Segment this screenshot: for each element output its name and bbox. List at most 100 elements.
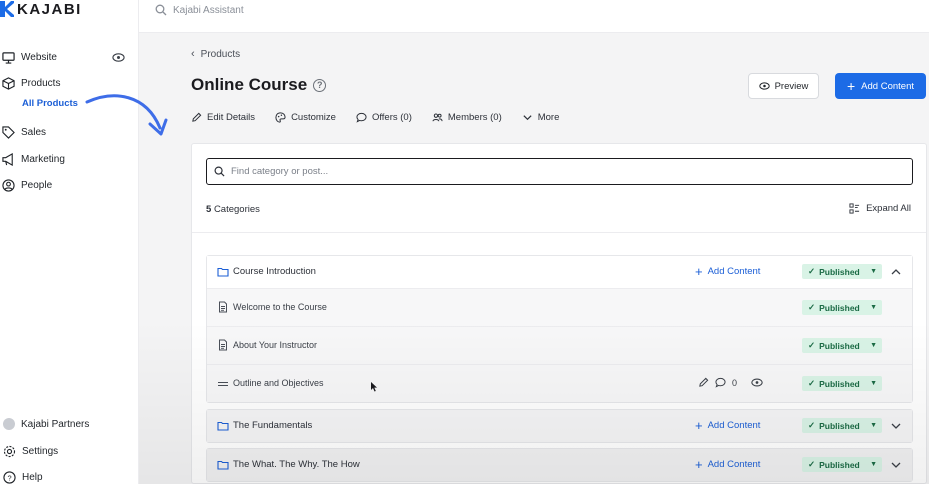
brand-name: KAJABI (17, 0, 82, 18)
chevron-up-icon[interactable] (890, 266, 902, 278)
drag-handle-icon[interactable] (217, 378, 229, 390)
tab-more[interactable]: More (522, 112, 559, 123)
annotation-arrow-icon (85, 94, 168, 136)
document-icon (219, 301, 227, 313)
folder-icon (217, 267, 229, 277)
chevron-down-icon: ▼ (870, 461, 877, 468)
sidebar-item-label: People (21, 180, 53, 191)
sidebar-item-kajabi-partners[interactable]: Kajabi Partners (3, 418, 89, 430)
search-icon (214, 166, 225, 177)
sidebar-item-label: Marketing (21, 154, 65, 165)
comment-icon[interactable] (715, 377, 726, 388)
view-site-eye-icon[interactable] (112, 52, 125, 63)
post-title: Outline and Objectives (233, 378, 324, 388)
chevron-down-icon: ▼ (870, 380, 877, 387)
folder-icon (217, 421, 229, 431)
top-bar: Kajabi Assistant (139, 0, 929, 33)
kajabi-logo[interactable]: KAJABI (0, 0, 82, 18)
pencil-icon[interactable] (698, 377, 709, 388)
status-badge[interactable]: ✓ Published ▼ (802, 418, 882, 433)
gear-icon (3, 445, 16, 458)
sidebar-item-marketing[interactable]: Marketing (2, 153, 65, 166)
status-badge[interactable]: ✓ Published ▼ (802, 457, 882, 472)
status-label: Published (819, 266, 860, 277)
category-add-content-button[interactable]: + Add Content (695, 265, 760, 278)
plus-icon: + (846, 78, 856, 94)
person-circle-icon (2, 179, 15, 192)
sidebar-item-people[interactable]: People (2, 179, 52, 192)
post-tools: 0 (698, 377, 763, 388)
category-count-number: 5 (206, 204, 212, 215)
tag-icon (2, 126, 15, 139)
post-title: Welcome to the Course (233, 302, 327, 312)
search-icon (155, 4, 167, 16)
sidebar-item-label: Products (21, 78, 61, 89)
category-add-content-button[interactable]: + Add Content (695, 419, 760, 432)
add-content-label: Add Content (861, 80, 914, 92)
sidebar-item-label: Website (21, 52, 57, 63)
check-icon: ✓ (808, 340, 816, 350)
breadcrumb[interactable]: ‹ Products (191, 48, 240, 60)
chevron-down-icon[interactable] (890, 459, 902, 471)
speech-bubble-icon (356, 112, 367, 123)
sidebar-item-settings[interactable]: Settings (3, 445, 58, 458)
post-row[interactable]: Welcome to the Course ✓ Published ▼ (207, 288, 912, 326)
chevron-down-icon: ▼ (870, 304, 877, 311)
preview-button[interactable]: Preview (748, 73, 819, 99)
page-title-text: Online Course (191, 75, 308, 94)
cube-icon (2, 77, 15, 90)
post-row[interactable]: About Your Instructor ✓ Published ▼ (207, 326, 912, 364)
chevron-down-icon: ▼ (870, 342, 877, 349)
palette-icon (275, 112, 286, 123)
category-header[interactable]: The Fundamentals + Add Content ✓ Publish… (207, 410, 912, 442)
check-icon: ✓ (808, 302, 816, 312)
monitor-icon (2, 52, 15, 64)
category-title: Course Introduction (233, 266, 316, 277)
content-card: Find category or post... 5 Categories Ex… (191, 143, 927, 484)
expand-all-button[interactable]: Expand All (849, 203, 911, 214)
add-content-label: Add Content (707, 266, 761, 277)
tab-label: Edit Details (207, 112, 256, 123)
help-icon[interactable]: ? (313, 78, 327, 92)
chevron-down-icon: ▼ (870, 268, 877, 275)
sidebar-item-label: Kajabi Partners (21, 418, 90, 430)
category-header[interactable]: The What. The Why. The How + Add Content… (207, 449, 912, 481)
category-add-content-button[interactable]: + Add Content (695, 458, 760, 471)
sidebar-item-help[interactable]: ? Help (3, 471, 43, 484)
kajabi-assistant-search[interactable]: Kajabi Assistant (155, 4, 244, 16)
status-badge[interactable]: ✓ Published ▼ (802, 300, 882, 315)
tab-edit-details[interactable]: Edit Details (191, 112, 255, 123)
post-row[interactable]: Outline and Objectives 0 ✓ Published ▼ (207, 364, 912, 402)
add-content-button[interactable]: + Add Content (835, 73, 926, 99)
status-label: Published (819, 378, 860, 389)
category-count: 5 Categories (206, 204, 260, 215)
status-label: Published (819, 420, 860, 431)
chevron-down-icon[interactable] (890, 420, 902, 432)
sidebar-item-label: Help (22, 472, 43, 483)
sidebar-item-sales[interactable]: Sales (2, 126, 46, 139)
category-title: The What. The Why. The How (233, 459, 360, 470)
category-header[interactable]: Course Introduction + Add Content ✓ Publ… (207, 256, 912, 288)
category-the-fundamentals: The Fundamentals + Add Content ✓ Publish… (206, 409, 913, 443)
page-title: Online Course ? (191, 75, 327, 95)
status-label: Published (819, 302, 860, 313)
find-category-search[interactable]: Find category or post... (206, 158, 913, 185)
status-badge[interactable]: ✓ Published ▼ (802, 264, 882, 279)
mouse-cursor-icon (371, 382, 377, 392)
sidebar-item-products[interactable]: Products (2, 77, 60, 90)
status-label: Published (819, 340, 860, 351)
search-placeholder: Find category or post... (231, 166, 329, 177)
tab-offers[interactable]: Offers (0) (356, 112, 412, 123)
status-badge[interactable]: ✓ Published ▼ (802, 338, 882, 353)
tab-customize[interactable]: Customize (275, 112, 336, 123)
tab-members[interactable]: Members (0) (432, 112, 502, 123)
chevron-left-icon: ‹ (191, 48, 195, 60)
sidebar-subitem-all-products[interactable]: All Products (22, 98, 78, 109)
svg-text:?: ? (7, 473, 11, 482)
tab-label: Offers (0) (371, 112, 412, 123)
chevron-down-icon (523, 115, 532, 121)
plus-icon: + (695, 264, 703, 279)
sidebar-item-website[interactable]: Website (2, 51, 57, 64)
eye-icon[interactable] (751, 378, 763, 387)
status-badge[interactable]: ✓ Published ▼ (802, 376, 882, 391)
